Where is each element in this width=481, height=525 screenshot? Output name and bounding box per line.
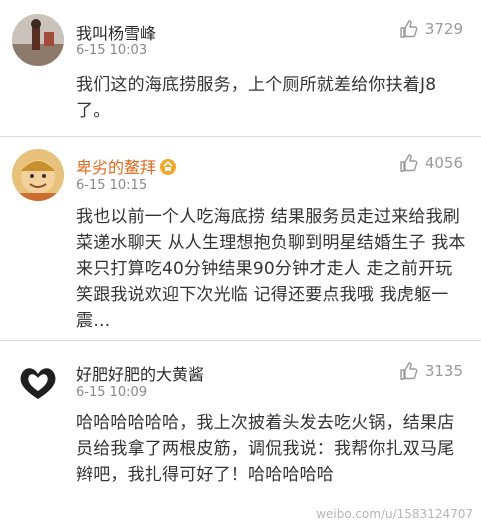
- comment-time: 6-15 10:09: [76, 385, 148, 400]
- comment-text: 哈哈哈哈哈哈，我上次披着头发去吃火锅，结果店员给我拿了两根皮筋，调侃我说：我帮你…: [76, 413, 455, 485]
- like-count: 3729: [424, 20, 463, 38]
- comment-text: 我们这的海底捞服务，上个厕所就差给你扶着J8了。: [76, 75, 437, 121]
- avatar-photo: [12, 149, 64, 201]
- comment-item: 我叫杨雪峰 6-15 10:03 3729 我们这的海底捞服务，上个厕所就差给你…: [0, 0, 481, 137]
- comment-item: 好肥好肥的大黄酱 6-15 10:09 3135 哈哈哈哈哈哈，我上次披着头发去…: [0, 341, 481, 525]
- username[interactable]: 我叫杨雪峰: [76, 20, 156, 44]
- like-button[interactable]: 4056: [399, 152, 463, 174]
- like-button[interactable]: 3135: [399, 360, 463, 382]
- username[interactable]: 好肥好肥的大黄酱: [76, 361, 204, 385]
- comment-time: 6-15 10:03: [76, 43, 148, 58]
- comment-time: 6-15 10:15: [76, 178, 148, 193]
- watermark: weibo.com/u/1583124707: [316, 507, 473, 521]
- thumbs-up-icon: [400, 20, 418, 38]
- vip-badge-icon: [160, 159, 177, 175]
- comment-item: 卑劣的鳌拜 6-15 10:15 4056 我也以前一个人吃海底捞 结果服务员走…: [0, 137, 481, 341]
- like-button[interactable]: 3729: [399, 18, 463, 40]
- username-text: 卑劣的鳌拜: [76, 158, 157, 177]
- avatar[interactable]: [12, 14, 64, 66]
- comment-text: 我也以前一个人吃海底捞 结果服务员走过来给我刷菜递水聊天 从人生理想抱负聊到明星…: [76, 207, 466, 331]
- avatar[interactable]: [12, 149, 64, 201]
- like-count: 4056: [424, 154, 463, 172]
- avatar-photo: [12, 355, 64, 407]
- avatar-photo: [12, 14, 64, 66]
- username[interactable]: 卑劣的鳌拜: [76, 154, 177, 178]
- like-count: 3135: [424, 362, 463, 380]
- avatar[interactable]: [12, 355, 64, 407]
- thumbs-up-icon: [400, 362, 418, 380]
- thumbs-up-icon: [400, 154, 418, 172]
